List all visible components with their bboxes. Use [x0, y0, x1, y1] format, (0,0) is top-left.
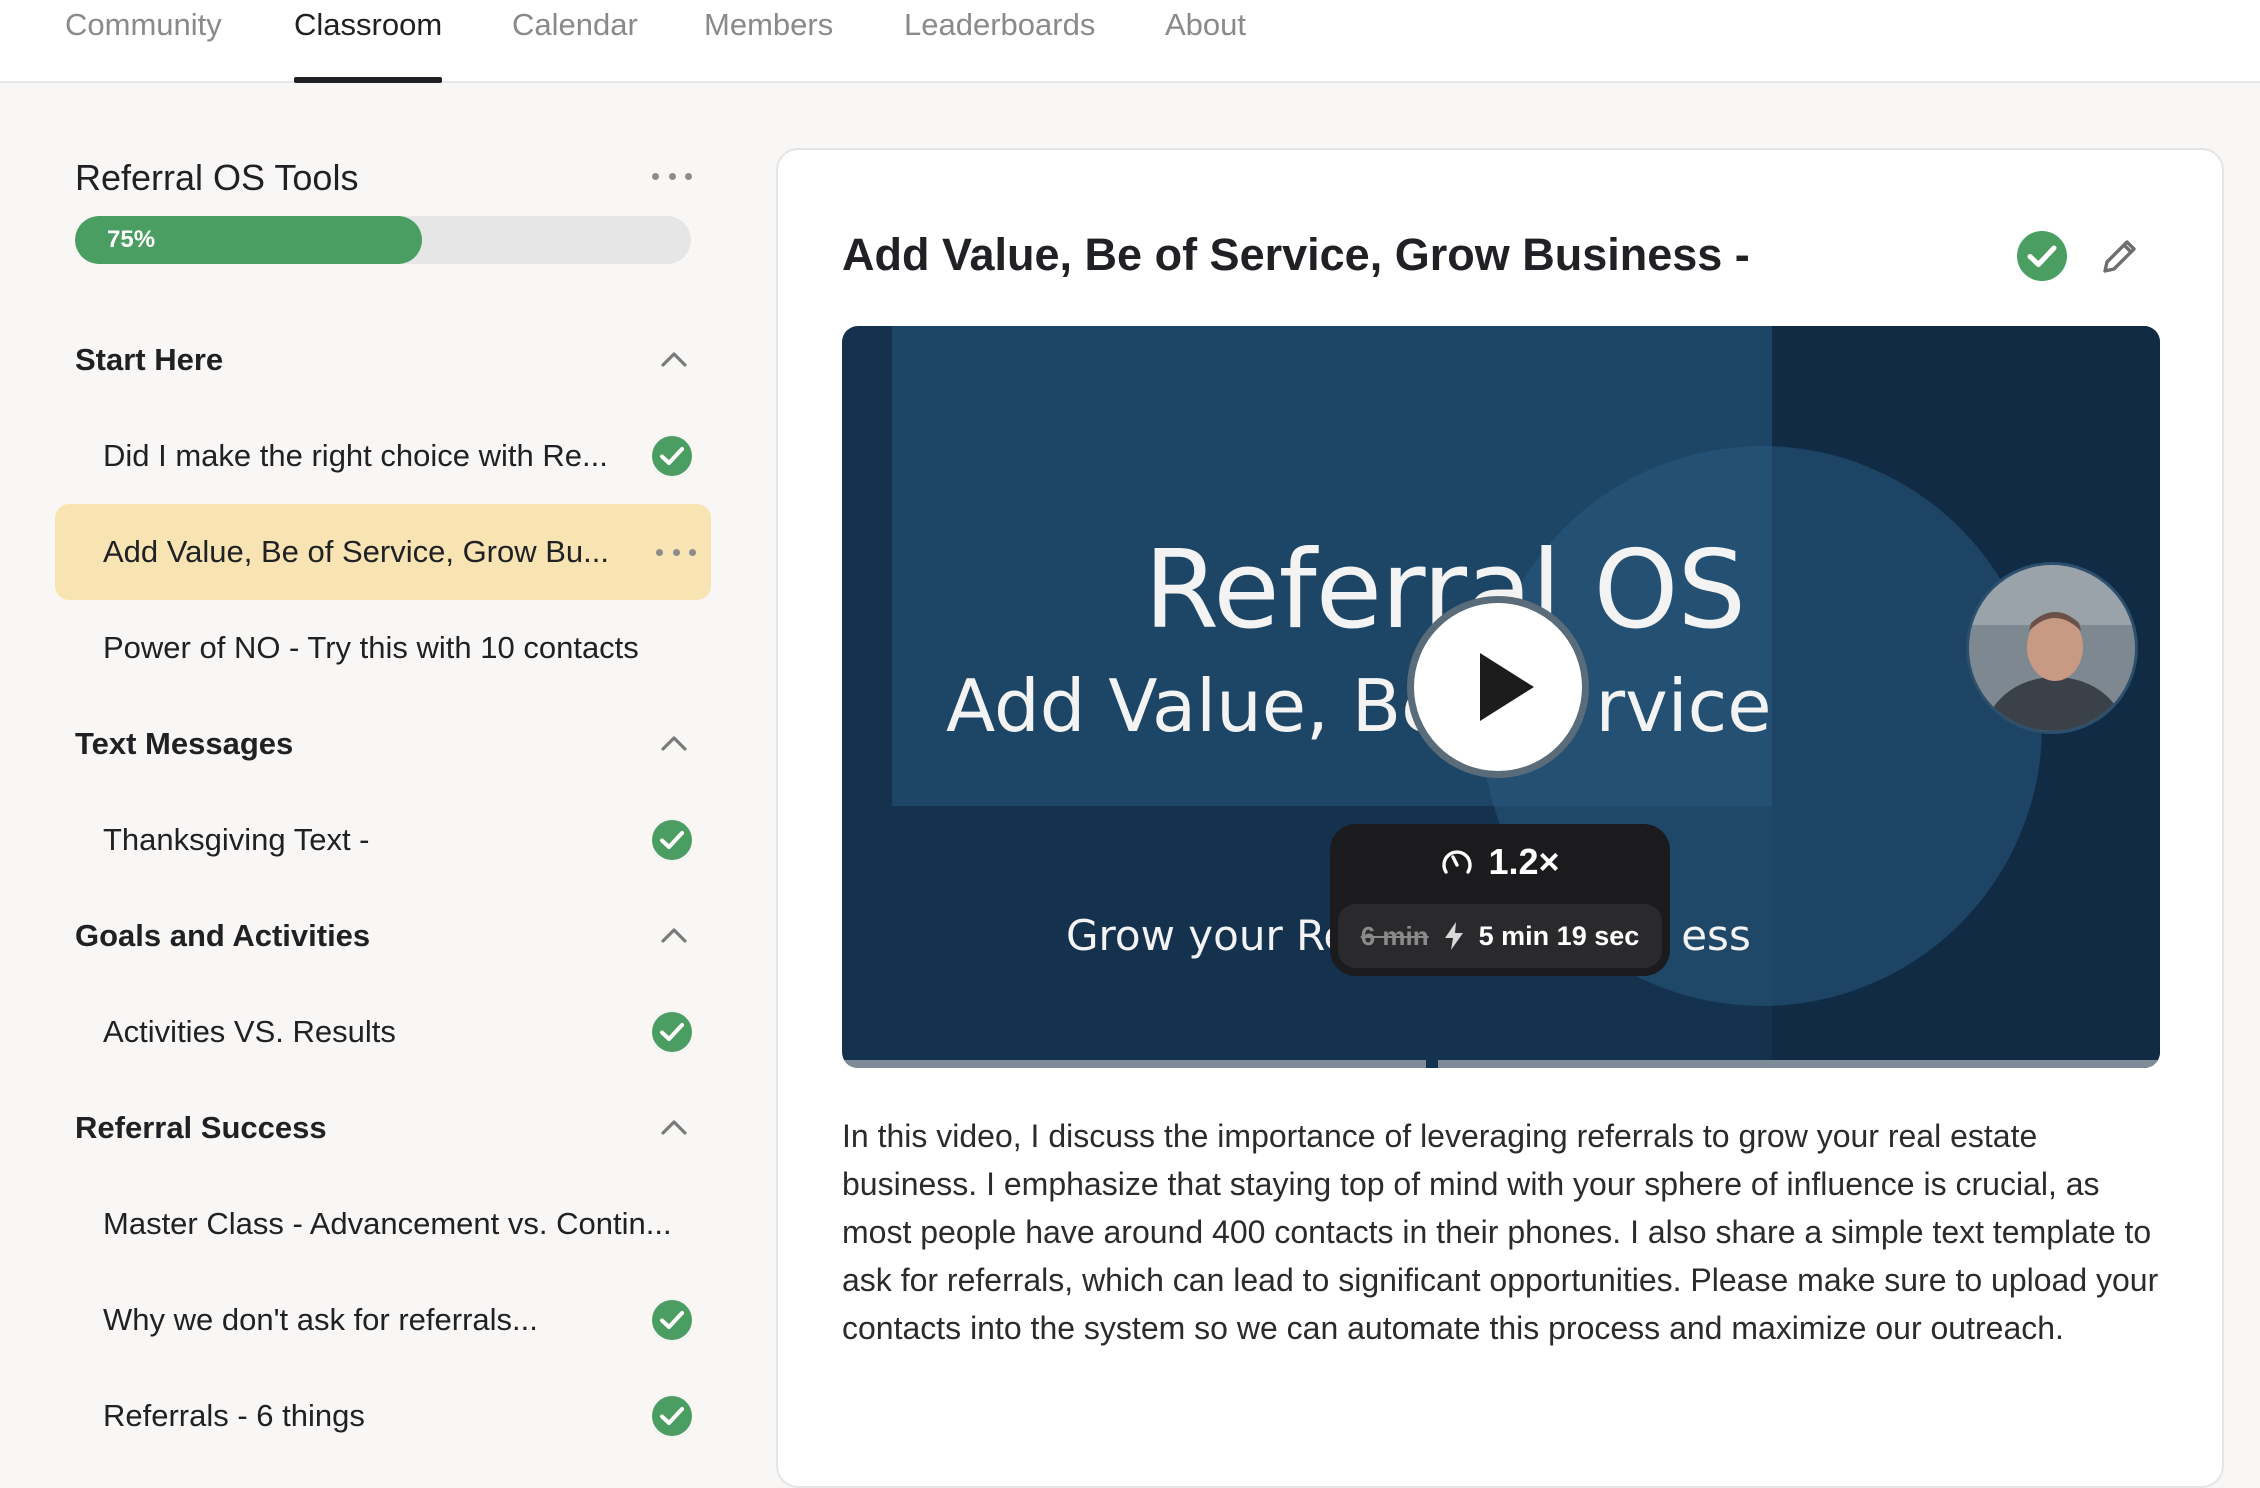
lesson-title: Power of NO - Try this with 10 contacts [103, 630, 639, 665]
tab-leaderboards[interactable]: Leaderboards [904, 0, 1095, 83]
speed-value: 1.2× [1488, 841, 1560, 882]
section-title: Goals and Activities [75, 918, 371, 953]
video-bar-marker [1426, 1060, 1438, 1068]
section-referral-success[interactable]: Referral Success [75, 1103, 695, 1153]
video-title-line2-end: rvice [1595, 664, 1772, 748]
tab-community[interactable]: Community [65, 0, 222, 83]
lesson-title: Thanksgiving Text - [103, 822, 370, 857]
lesson-heading: Add Value, Be of Service, Grow Business … [842, 229, 1750, 280]
lesson-item[interactable]: Referrals - 6 things [55, 1368, 711, 1464]
lesson-title: Did I make the right choice with Re... [103, 438, 608, 473]
original-duration: 6 min [1360, 920, 1429, 951]
section-title: Start Here [75, 342, 224, 377]
lesson-more-dots-icon[interactable] [656, 542, 696, 562]
lesson-title: Referrals - 6 things [103, 1398, 365, 1433]
section-title: Text Messages [75, 726, 294, 761]
chevron-up-icon[interactable] [659, 347, 689, 371]
play-button[interactable] [1407, 596, 1589, 778]
chevron-up-icon[interactable] [659, 731, 689, 755]
lesson-title: Activities VS. Results [103, 1014, 396, 1049]
chevron-up-icon[interactable] [659, 1115, 689, 1139]
video-title-line2-start: Add Value, Be [946, 664, 1446, 748]
check-circle-icon [652, 1396, 692, 1436]
progress-label: 75% [107, 226, 156, 253]
section-text-messages[interactable]: Text Messages [75, 719, 695, 769]
lesson-title: Add Value, Be of Service, Grow Bu... [103, 534, 610, 569]
video-title-line3-start: Grow your Re [1066, 911, 1350, 960]
lesson-title: Master Class - Advancement vs. Contin... [103, 1206, 672, 1241]
lesson-item[interactable]: Why we don't ask for referrals... [55, 1272, 711, 1368]
lesson-item[interactable]: Did I make the right choice with Re... [55, 408, 711, 504]
check-circle-icon [652, 436, 692, 476]
lesson-item-active[interactable]: Add Value, Be of Service, Grow Bu... [55, 504, 711, 600]
presenter-avatar [1966, 562, 2138, 734]
course-more-dots-icon[interactable] [652, 166, 692, 186]
video-title-line2: Add Value, Be rvice [946, 661, 1772, 751]
chevron-up-icon[interactable] [659, 923, 689, 947]
presenter-photo-icon [1969, 565, 2135, 731]
lesson-title: Why we don't ask for referrals... [103, 1302, 538, 1337]
speedometer-icon [1442, 850, 1473, 874]
course-title: Referral OS Tools [75, 157, 359, 198]
tab-classroom[interactable]: Classroom [294, 0, 443, 83]
check-circle-icon [652, 820, 692, 860]
play-icon [1480, 653, 1534, 721]
lesson-item[interactable]: Activities VS. Results [55, 984, 711, 1080]
duration-row: 6 min 5 min 19 sec [1338, 904, 1662, 968]
course-progress-bar: 75% [75, 216, 691, 264]
check-circle-icon [652, 1012, 692, 1052]
lesson-item[interactable]: Master Class - Advancement vs. Contin... [55, 1176, 711, 1272]
section-goals-and-activities[interactable]: Goals and Activities [75, 911, 695, 961]
check-circle-icon [652, 1300, 692, 1340]
pencil-icon[interactable] [2096, 232, 2144, 280]
speed-row: 1.2× [1330, 824, 1670, 900]
video-title-line3-end: ess [1681, 911, 1751, 960]
tab-about[interactable]: About [1165, 0, 1246, 83]
lesson-description: In this video, I discuss the importance … [842, 1118, 2159, 1346]
tab-calendar[interactable]: Calendar [512, 0, 638, 83]
new-duration: 5 min 19 sec [1478, 920, 1640, 951]
top-navigation: Community Classroom Calendar Members Lea… [0, 0, 2260, 83]
course-sidebar: Referral OS Tools 75% Start Here Did I m… [0, 85, 740, 1460]
check-circle-icon[interactable] [2016, 230, 2068, 282]
video-player[interactable]: Referral OS Add Value, Be rvice Grow your… [842, 326, 2160, 1068]
lesson-content-card: Add Value, Be of Service, Grow Business … [776, 148, 2224, 1488]
lesson-item[interactable]: Power of NO - Try this with 10 contacts [55, 600, 711, 696]
playback-speed-panel[interactable]: 1.2× 6 min 5 min 19 sec [1330, 824, 1670, 976]
section-start-here[interactable]: Start Here [75, 335, 695, 385]
lesson-item[interactable]: Thanksgiving Text - [55, 792, 711, 888]
section-title: Referral Success [75, 1110, 327, 1145]
video-progress-bar[interactable] [842, 1060, 2160, 1068]
lightning-icon [1444, 922, 1463, 950]
tab-members[interactable]: Members [704, 0, 833, 83]
